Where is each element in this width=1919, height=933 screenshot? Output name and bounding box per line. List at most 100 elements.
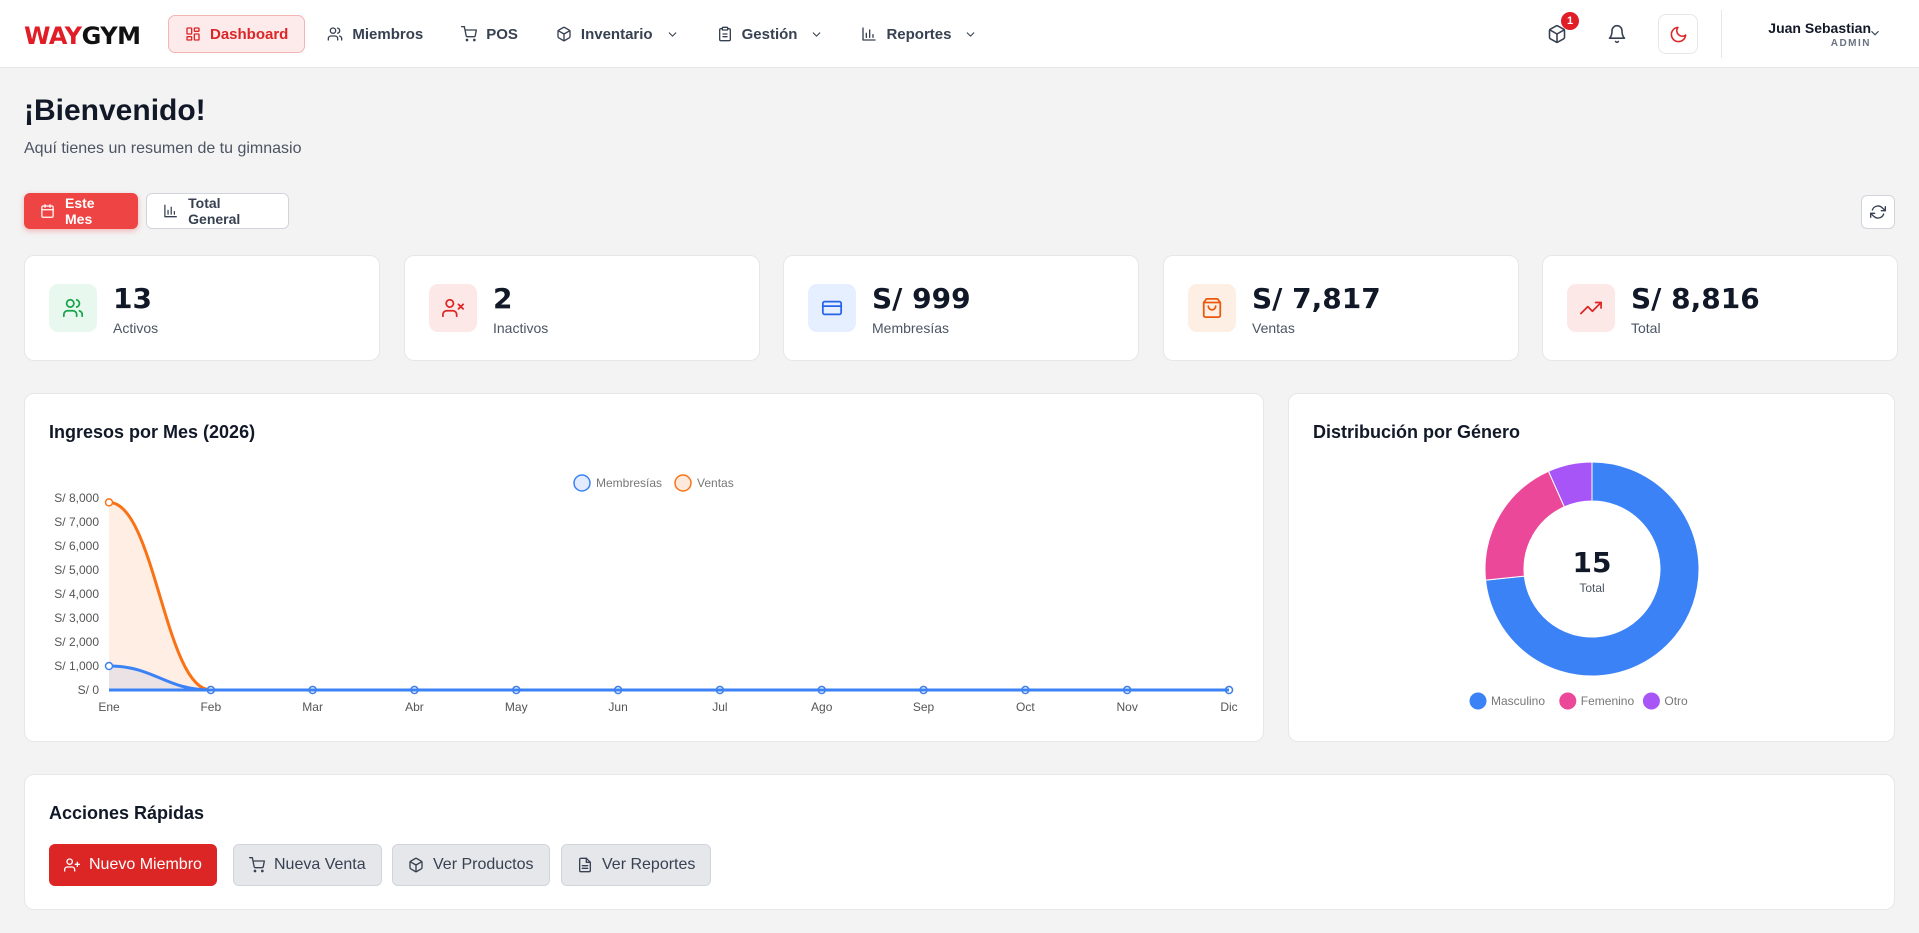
shopping-cart-icon bbox=[461, 26, 478, 42]
button-label: Ver Productos bbox=[433, 856, 534, 873]
button-label: Ver Reportes bbox=[602, 856, 696, 873]
credit-card-icon bbox=[821, 300, 843, 316]
stat-icon-box bbox=[1567, 284, 1615, 332]
nav-miembros[interactable]: Miembros bbox=[311, 15, 439, 53]
button-label: Total General bbox=[188, 195, 241, 227]
donut-center-value: 15 bbox=[1573, 546, 1612, 579]
view-products-button[interactable]: Ver Productos bbox=[392, 844, 550, 886]
calendar-icon bbox=[41, 204, 54, 218]
nav-label: Dashboard bbox=[210, 25, 289, 43]
user-name: Juan Sebastian bbox=[1768, 20, 1871, 36]
y-tick-label: S/ 2,000 bbox=[54, 635, 99, 649]
stat-value: S/ 999 bbox=[872, 282, 971, 315]
stat-label: Activos bbox=[113, 320, 159, 336]
x-tick-label: Ene bbox=[98, 700, 120, 714]
donut-center-label: Total bbox=[1579, 581, 1604, 595]
nav-dashboard[interactable]: Dashboard bbox=[168, 15, 306, 53]
user-role: ADMIN bbox=[1830, 38, 1871, 49]
nav-pos[interactable]: POS bbox=[445, 15, 534, 53]
stat-card-activos: 13 Activos bbox=[24, 255, 380, 361]
y-tick-label: S/ 0 bbox=[78, 683, 100, 697]
notifications-button[interactable] bbox=[1601, 18, 1633, 50]
inventory-alerts-button[interactable]: 1 bbox=[1541, 12, 1579, 50]
nav-label: Reportes bbox=[886, 25, 952, 43]
stat-icon-box bbox=[49, 284, 97, 332]
series-area-membresías bbox=[109, 666, 1229, 690]
shopping-cart-icon bbox=[249, 857, 265, 873]
trending-up-icon bbox=[1580, 301, 1602, 315]
refresh-icon bbox=[1870, 205, 1886, 219]
y-tick-label: S/ 7,000 bbox=[54, 515, 99, 529]
x-tick-label: Jun bbox=[608, 700, 627, 714]
new-member-button[interactable]: Nuevo Miembro bbox=[49, 844, 217, 886]
legend-marker bbox=[674, 474, 692, 492]
new-sale-button[interactable]: Nueva Venta bbox=[233, 844, 382, 886]
users-icon bbox=[62, 298, 84, 318]
legend-marker bbox=[1469, 692, 1487, 710]
brand-logo[interactable]: WAYGYM bbox=[24, 22, 141, 50]
total-general-button[interactable]: Total General bbox=[146, 193, 289, 229]
income-chart-panel: Ingresos por Mes (2026) S/ 0 S/ 1,000 S/ 2… bbox=[24, 393, 1264, 742]
user-plus-icon bbox=[64, 858, 80, 872]
stat-value: S/ 7,817 bbox=[1252, 282, 1381, 315]
notification-badge: 1 bbox=[1561, 12, 1579, 30]
data-point bbox=[104, 661, 114, 671]
bar-chart-icon bbox=[862, 27, 877, 41]
legend-label: Ventas bbox=[697, 476, 734, 490]
nav-reportes[interactable]: Reportes bbox=[845, 15, 993, 53]
view-reports-button[interactable]: Ver Reportes bbox=[561, 844, 712, 886]
package-icon bbox=[557, 26, 571, 42]
refresh-button[interactable] bbox=[1861, 195, 1895, 229]
x-tick-label: Oct bbox=[1016, 700, 1035, 714]
button-label: Este Mes bbox=[65, 195, 95, 227]
legend-label: Membresías bbox=[596, 476, 662, 490]
chevron-down-icon bbox=[967, 31, 975, 37]
stat-icon-box bbox=[808, 284, 856, 332]
layout-dashboard-icon bbox=[186, 27, 200, 41]
y-tick-label: S/ 4,000 bbox=[54, 587, 99, 601]
x-tick-label: Feb bbox=[200, 700, 221, 714]
series-area-ventas bbox=[109, 502, 1229, 690]
stat-card-inactivos: 2 Inactivos bbox=[404, 255, 760, 361]
stat-value: 2 bbox=[493, 282, 513, 315]
y-tick-label: S/ 1,000 bbox=[54, 659, 99, 673]
stat-card-ventas: S/ 7,817 Ventas bbox=[1163, 255, 1519, 361]
user-menu[interactable]: Juan Sebastian ADMIN bbox=[1737, 20, 1871, 49]
button-label: Nueva Venta bbox=[274, 856, 366, 873]
income-line-chart: S/ 0 S/ 1,000 S/ 2,000 S/ 3,000 S/ 4,000 S/ 5… bbox=[54, 474, 1238, 714]
this-month-button[interactable]: Este Mes bbox=[24, 193, 138, 229]
x-tick-label: Ago bbox=[811, 700, 833, 714]
stat-label: Inactivos bbox=[493, 320, 549, 336]
gender-chart-panel: Distribución por Género 15 Total Masculino… bbox=[1288, 393, 1895, 742]
legend-marker bbox=[1642, 692, 1660, 710]
nav-label: Miembros bbox=[352, 25, 424, 43]
top-navbar: WAYGYM Dashboard Miembros POS Inventario… bbox=[0, 0, 1919, 68]
donut-slice-femenino bbox=[1484, 470, 1566, 581]
chevron-down-icon bbox=[668, 31, 676, 37]
package-icon bbox=[409, 857, 423, 873]
main-nav: Dashboard Miembros POS Inventario Gestió… bbox=[168, 15, 993, 53]
theme-toggle-button[interactable] bbox=[1658, 14, 1698, 54]
y-tick-label: S/ 3,000 bbox=[54, 611, 99, 625]
legend-label: Otro bbox=[1664, 694, 1688, 708]
chevron-down-icon[interactable] bbox=[1868, 26, 1882, 40]
stat-value: 13 bbox=[113, 282, 152, 315]
chevron-down-icon bbox=[813, 31, 821, 37]
y-tick-label: S/ 8,000 bbox=[54, 491, 99, 505]
stat-label: Total bbox=[1631, 320, 1661, 336]
quick-actions-panel: Acciones Rápidas bbox=[24, 774, 1895, 910]
bell-icon bbox=[1608, 24, 1626, 44]
stat-card-total: S/ 8,816 Total bbox=[1542, 255, 1898, 361]
legend-label: Femenino bbox=[1581, 694, 1635, 708]
moon-icon bbox=[1670, 26, 1686, 42]
bar-chart-icon bbox=[164, 204, 177, 218]
legend-marker bbox=[573, 474, 591, 492]
nav-inventario[interactable]: Inventario bbox=[540, 15, 695, 53]
shopping-bag-icon bbox=[1202, 297, 1222, 319]
nav-gestion[interactable]: Gestión bbox=[701, 15, 840, 53]
x-tick-label: Nov bbox=[1117, 700, 1138, 714]
button-label: Nuevo Miembro bbox=[89, 856, 202, 873]
x-tick-label: Mar bbox=[302, 700, 323, 714]
x-tick-label: Jul bbox=[712, 700, 727, 714]
x-tick-label: Dic bbox=[1220, 700, 1237, 714]
